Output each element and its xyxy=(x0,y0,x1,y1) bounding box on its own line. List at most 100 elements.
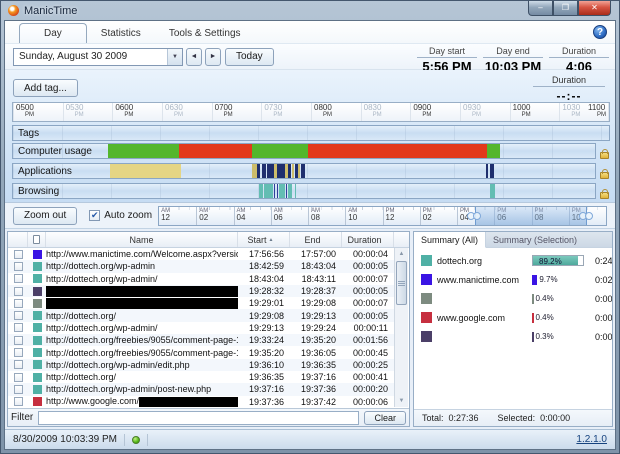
row-checkbox[interactable] xyxy=(13,261,23,271)
activity-segment[interactable] xyxy=(261,164,266,178)
row-checkbox[interactable] xyxy=(13,360,23,370)
activity-segment[interactable] xyxy=(486,164,489,178)
activity-segment[interactable] xyxy=(251,164,257,178)
overview-cell[interactable]: AM 08 xyxy=(308,206,345,225)
activity-segment[interactable] xyxy=(277,164,285,178)
next-day-button[interactable]: ► xyxy=(205,47,221,66)
header-checkbox-column[interactable] xyxy=(8,232,28,247)
activity-segment[interactable] xyxy=(284,164,288,178)
table-row[interactable]: http://dottech.org/19:29:08 19:29:13 00:00… xyxy=(8,309,394,322)
activity-segment[interactable] xyxy=(288,164,292,178)
activity-segment[interactable] xyxy=(273,184,276,198)
tab-tools-settings[interactable]: Tools & Settings xyxy=(155,23,255,43)
browsing-lock[interactable] xyxy=(598,185,610,199)
table-row[interactable]: http://www.manictime.com/Welcome.aspx?ve… xyxy=(8,248,394,260)
summary-row[interactable]: dottech.org 89.2% 0:24:37 xyxy=(414,251,612,270)
activity-segment[interactable] xyxy=(109,164,181,178)
computer-usage-row[interactable]: Computer usage xyxy=(12,143,596,159)
table-row[interactable]: 19:28:32 19:28:37 00:00:05 xyxy=(8,284,394,298)
overview-cell[interactable]: PM 02 xyxy=(419,206,457,225)
row-checkbox[interactable] xyxy=(13,372,23,382)
table-row[interactable]: http://dottech.org/wp-admin/edit.php 19:3… xyxy=(8,358,394,371)
table-row[interactable]: http://dottech.org/wp-admin/18:43:04 18:4… xyxy=(8,273,394,285)
activity-segment[interactable] xyxy=(490,184,495,198)
overview-cell[interactable]: AM 10 xyxy=(345,206,382,225)
activity-segment[interactable] xyxy=(259,184,263,198)
day-overview-timeline[interactable]: AM12AM02AM04AM06AM08AM10PM12PM02PM04PM06… xyxy=(158,205,607,226)
tab-summary-selection[interactable]: Summary (Selection) xyxy=(486,232,584,247)
table-row[interactable]: http://dottech.org/wp-admin/post-new.php… xyxy=(8,383,394,396)
summary-row[interactable]: 0.4% 0:00:07 xyxy=(414,289,612,308)
activity-segment[interactable] xyxy=(108,144,180,158)
applications-lock[interactable] xyxy=(598,165,610,179)
table-row[interactable]: http://dottech.org/wp-admin/19:29:13 19:2… xyxy=(8,322,394,334)
activity-segment[interactable] xyxy=(257,164,261,178)
row-checkbox[interactable] xyxy=(13,348,23,358)
auto-zoom-checkbox[interactable]: ✔ xyxy=(89,210,101,221)
view-selection[interactable] xyxy=(475,206,588,225)
computer-usage-track[interactable] xyxy=(13,144,595,158)
row-checkbox[interactable] xyxy=(13,384,23,394)
tags-row[interactable]: Tags xyxy=(12,125,610,141)
close-button[interactable]: ✕ xyxy=(578,1,611,16)
activity-segment[interactable] xyxy=(301,164,305,178)
minimize-button[interactable]: – xyxy=(528,1,553,16)
selection-handle-right[interactable] xyxy=(579,211,595,221)
table-row[interactable]: http://www.google.com/19:37:36 19:37:42 00… xyxy=(8,396,394,408)
header-end[interactable]: End xyxy=(290,232,342,247)
chevron-down-icon[interactable]: ▼ xyxy=(167,48,182,65)
help-icon[interactable]: ? xyxy=(593,25,607,39)
clear-filter-button[interactable]: Clear xyxy=(364,410,406,425)
activity-segment[interactable] xyxy=(251,144,309,158)
header-duration[interactable]: Duration xyxy=(342,232,394,247)
scroll-down-icon[interactable]: ▼ xyxy=(395,395,408,407)
overview-cell[interactable]: AM 02 xyxy=(196,206,233,225)
table-row[interactable]: 19:29:01 19:29:08 00:00:07 xyxy=(8,297,394,309)
browsing-track[interactable] xyxy=(13,184,595,198)
table-row[interactable]: http://dottech.org/freebies/9055/comment… xyxy=(8,334,394,347)
tab-summary-all[interactable]: Summary (All) xyxy=(414,232,487,248)
row-checkbox[interactable] xyxy=(13,298,23,308)
auto-zoom[interactable]: ✔ Auto zoom xyxy=(89,210,152,221)
selection-handle-left[interactable] xyxy=(467,211,483,221)
table-row[interactable]: http://dottech.org/19:36:35 19:37:16 00:00… xyxy=(8,371,394,383)
table-row[interactable]: http://dottech.org/wp-admin 18:42:59 18:43… xyxy=(8,260,394,273)
overview-cell[interactable]: AM 12 xyxy=(159,207,196,225)
table-scrollbar[interactable]: ▲ ▼ xyxy=(394,248,408,407)
header-name[interactable]: Name xyxy=(46,232,238,247)
maximize-button[interactable]: ❐ xyxy=(553,1,578,16)
row-checkbox[interactable] xyxy=(13,397,23,407)
browsing-row[interactable]: Browsing xyxy=(12,183,596,199)
previous-day-button[interactable]: ◄ xyxy=(186,47,202,66)
summary-row[interactable]: 0.3% 0:00:05 xyxy=(414,327,612,346)
tab-day[interactable]: Day xyxy=(19,23,87,44)
scroll-up-icon[interactable]: ▲ xyxy=(395,248,408,260)
activity-segment[interactable] xyxy=(264,184,273,198)
add-tag-button[interactable]: Add tag... xyxy=(13,79,78,97)
summary-row[interactable]: www.google.com 0.4% 0:00:06 xyxy=(414,308,612,327)
activity-segment[interactable] xyxy=(179,144,252,158)
activity-segment[interactable] xyxy=(489,164,495,178)
date-picker[interactable]: Sunday, August 30 2009 ▼ xyxy=(13,47,183,66)
applications-row[interactable]: Applications xyxy=(12,163,596,179)
activity-segment[interactable] xyxy=(278,184,285,198)
overview-cell[interactable]: AM 04 xyxy=(233,206,271,225)
scrollbar-thumb[interactable] xyxy=(396,261,407,305)
row-checkbox[interactable] xyxy=(13,274,23,284)
header-icon-column[interactable] xyxy=(28,232,46,247)
activity-segment[interactable] xyxy=(294,164,298,178)
overview-cell[interactable]: AM 06 xyxy=(270,206,308,225)
header-start[interactable]: Start ▲ xyxy=(238,232,290,247)
today-button[interactable]: Today xyxy=(225,47,274,66)
row-checkbox[interactable] xyxy=(13,311,23,321)
activity-segment[interactable] xyxy=(294,184,297,198)
row-checkbox[interactable] xyxy=(13,323,23,333)
computer-usage-lock[interactable] xyxy=(598,145,610,159)
zoom-out-button[interactable]: Zoom out xyxy=(13,206,78,225)
activity-segment[interactable] xyxy=(308,144,487,158)
activity-segment[interactable] xyxy=(486,144,500,158)
row-checkbox[interactable] xyxy=(13,335,23,345)
row-checkbox[interactable] xyxy=(13,286,23,296)
activity-segment[interactable] xyxy=(287,184,293,198)
tags-track[interactable] xyxy=(13,126,609,140)
